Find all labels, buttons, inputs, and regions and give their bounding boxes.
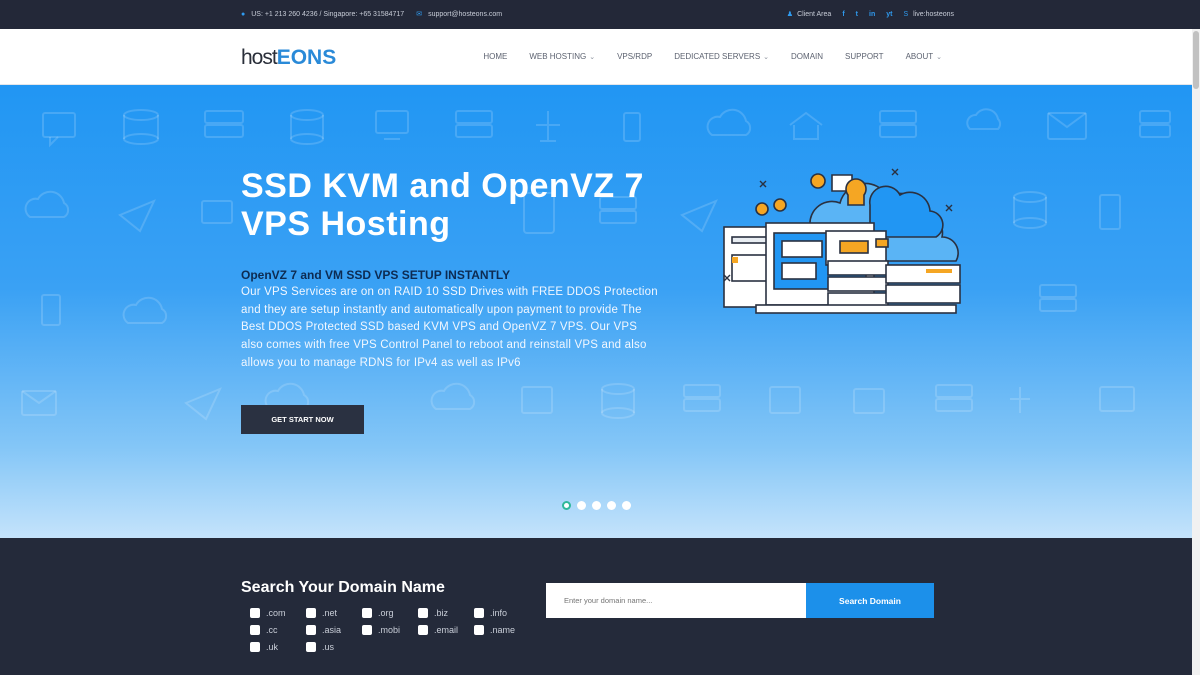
menu-label: SUPPORT	[845, 52, 884, 61]
logo-host: host	[241, 46, 278, 69]
hero-slider: SSD KVM and OpenVZ 7 VPS Hosting OpenVZ …	[0, 85, 1192, 538]
main-menu: HOME WEB HOSTING ⌄ VPS/RDP DEDICATED SER…	[483, 52, 942, 61]
tld-label: .mobi	[378, 625, 401, 635]
menu-label: ABOUT	[905, 52, 934, 61]
linkedin-icon[interactable]: in	[869, 11, 875, 18]
top-links: ♟ Client Area f t in yt S live:hosteons	[786, 10, 954, 19]
skype-icon: S	[903, 10, 909, 18]
menu-item-support[interactable]: SUPPORT	[845, 52, 884, 61]
tld-label: .info	[490, 608, 508, 618]
slider-dot-2[interactable]	[577, 501, 586, 510]
logo-eons: EONS	[276, 46, 337, 69]
checkbox[interactable]	[474, 625, 484, 635]
scrollbar-thumb[interactable]	[1193, 31, 1199, 89]
tld-checkbox[interactable]: .name	[474, 624, 530, 636]
checkbox[interactable]	[306, 642, 316, 652]
tld-label: .org	[378, 608, 394, 618]
tld-label: .asia	[322, 625, 342, 635]
slider-dot-3[interactable]	[592, 501, 601, 510]
tld-checkbox[interactable]: .email	[418, 624, 474, 636]
page-scrollbar[interactable]	[1192, 29, 1200, 675]
tld-label: .name	[490, 625, 516, 635]
server-cloud-illustration	[723, 168, 961, 314]
envelope-icon: ✉	[416, 11, 423, 18]
tld-checkbox[interactable]: .mobi	[362, 624, 418, 636]
hero-description: Our VPS Services are on on RAID 10 SSD D…	[241, 286, 658, 369]
domain-search-input[interactable]	[546, 583, 806, 618]
tld-label: .biz	[434, 608, 449, 618]
tld-label: .email	[434, 625, 459, 635]
skype-link[interactable]: S live:hosteons	[903, 11, 954, 18]
tld-checkbox[interactable]: .info	[474, 607, 530, 619]
twitter-icon[interactable]: t	[856, 11, 858, 18]
menu-label: DOMAIN	[791, 52, 824, 61]
slider-dot-1[interactable]	[562, 501, 571, 510]
checkbox[interactable]	[250, 642, 260, 652]
menu-item-web-hosting[interactable]: WEB HOSTING ⌄	[529, 52, 595, 61]
menu-item-domain[interactable]: DOMAIN	[791, 52, 823, 61]
whatsapp-icon: ●	[241, 10, 246, 18]
checkbox[interactable]	[306, 625, 316, 635]
domain-search-section: Search Your Domain Name .com .net .org .…	[0, 538, 1192, 675]
tld-checkbox-group: .com .net .org .biz .info .cc .asia .mob…	[250, 607, 530, 653]
main-navbar: hostEONS HOME WEB HOSTING ⌄ VPS/RDP DEDI…	[0, 29, 1200, 85]
slider-dots	[562, 501, 631, 510]
checkbox[interactable]	[474, 608, 484, 618]
checkbox[interactable]	[362, 608, 372, 618]
tld-checkbox[interactable]: .uk	[250, 641, 306, 653]
contact-info: ● US: +1 213 260 4236 / Singapore: +65 3…	[241, 10, 502, 19]
slider-dot-5[interactable]	[622, 501, 631, 510]
tld-label: .com	[266, 608, 286, 618]
menu-item-vps-rdp[interactable]: VPS/RDP	[617, 52, 652, 61]
menu-item-about[interactable]: ABOUT ⌄	[906, 52, 942, 61]
slider-dot-4[interactable]	[607, 501, 616, 510]
email-link[interactable]: support@hosteons.com	[428, 11, 502, 18]
tld-checkbox[interactable]: .us	[306, 641, 362, 653]
tld-checkbox[interactable]: .asia	[306, 624, 362, 636]
client-area-label: Client Area	[797, 10, 832, 18]
menu-item-dedicated-servers[interactable]: DEDICATED SERVERS ⌄	[674, 52, 769, 61]
tld-checkbox[interactable]: .cc	[250, 624, 306, 636]
client-area-link[interactable]: ♟ Client Area	[786, 10, 832, 19]
hero-title: SSD KVM and OpenVZ 7 VPS Hosting	[241, 167, 644, 243]
checkbox[interactable]	[362, 625, 372, 635]
youtube-icon[interactable]: yt	[886, 11, 892, 18]
checkbox[interactable]	[250, 625, 260, 635]
tld-checkbox[interactable]: .biz	[418, 607, 474, 619]
menu-label: WEB HOSTING	[529, 52, 587, 61]
tld-checkbox[interactable]: .net	[306, 607, 362, 619]
phone-text: US: +1 213 260 4236 / Singapore: +65 315…	[251, 10, 405, 18]
tld-label: .net	[322, 608, 338, 618]
search-domain-button[interactable]: Search Domain	[806, 583, 934, 618]
domain-search-title: Search Your Domain Name	[241, 579, 445, 596]
hero-subtitle: OpenVZ 7 and VM SSD VPS SETUP INSTANTLY	[241, 268, 511, 282]
facebook-icon[interactable]: f	[842, 11, 844, 18]
chevron-down-icon: ⌄	[763, 53, 770, 61]
tld-label: .cc	[266, 625, 278, 635]
tld-checkbox[interactable]: .com	[250, 607, 306, 619]
skype-label: live:hosteons	[913, 10, 954, 18]
menu-item-home[interactable]: HOME	[483, 52, 507, 61]
user-icon: ♟	[786, 11, 794, 18]
checkbox[interactable]	[418, 625, 428, 635]
menu-label: DEDICATED SERVERS	[674, 52, 761, 61]
menu-label: HOME	[483, 52, 508, 61]
chevron-down-icon: ⌄	[936, 53, 942, 61]
checkbox[interactable]	[306, 608, 316, 618]
menu-label: VPS/RDP	[617, 52, 653, 61]
get-started-button[interactable]: GET START NOW	[241, 405, 364, 434]
chevron-down-icon: ⌄	[589, 53, 596, 61]
tld-label: .us	[322, 642, 335, 652]
tld-checkbox[interactable]: .org	[362, 607, 418, 619]
site-logo[interactable]: hostEONS	[241, 46, 336, 70]
checkbox[interactable]	[250, 608, 260, 618]
tld-label: .uk	[266, 642, 279, 652]
top-bar: ● US: +1 213 260 4236 / Singapore: +65 3…	[0, 0, 1200, 29]
checkbox[interactable]	[418, 608, 428, 618]
